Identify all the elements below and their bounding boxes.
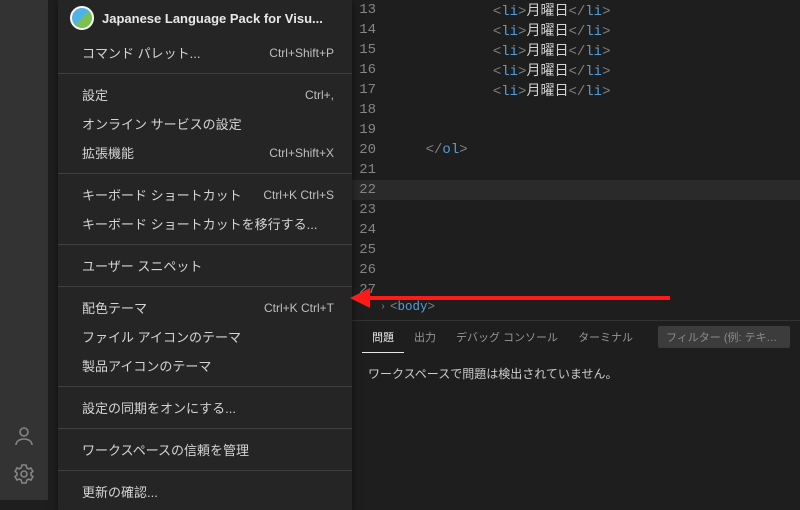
menu-item[interactable]: コマンド パレット... Ctrl+Shift+P bbox=[58, 38, 352, 67]
line-number: 18 bbox=[352, 102, 392, 118]
panel-tab[interactable]: 出力 bbox=[404, 321, 446, 353]
menu-item-label: ファイル アイコンのテーマ bbox=[82, 327, 241, 346]
menu-item[interactable]: キーボード ショートカットを移行する... bbox=[58, 209, 352, 238]
code-content: <li>月曜日</li> bbox=[392, 60, 610, 80]
line-number: 21 bbox=[352, 162, 392, 178]
code-line[interactable]: 24 bbox=[352, 220, 800, 240]
line-number: 17 bbox=[352, 82, 392, 98]
menu-item[interactable]: 製品アイコンのテーマ bbox=[58, 351, 352, 380]
menu-item-label: 設定の同期をオンにする... bbox=[82, 398, 236, 417]
code-line[interactable]: 19 bbox=[352, 120, 800, 140]
line-number: 23 bbox=[352, 202, 392, 218]
panel-tab[interactable]: 問題 bbox=[362, 321, 404, 353]
code-line[interactable]: 15 <li>月曜日</li> bbox=[352, 40, 800, 60]
line-number: 20 bbox=[352, 142, 392, 158]
panel-body-message: ワークスペースで問題は検出されていません。 bbox=[352, 353, 800, 394]
accounts-icon[interactable] bbox=[12, 424, 36, 448]
menu-item-label: コマンド パレット... bbox=[82, 43, 200, 62]
menu-item[interactable]: 設定 Ctrl+, bbox=[58, 80, 352, 109]
menu-item-label: キーボード ショートカットを移行する... bbox=[82, 214, 317, 233]
line-number: 24 bbox=[352, 222, 392, 238]
bottom-panel: 問題出力デバッグ コンソールターミナルフィルター (例: テキスト、** ワーク… bbox=[352, 320, 800, 500]
code-line[interactable]: 26 bbox=[352, 260, 800, 280]
code-line[interactable]: 23 bbox=[352, 200, 800, 220]
menu-separator bbox=[58, 173, 352, 174]
menu-item[interactable]: オンライン サービスの設定 bbox=[58, 109, 352, 138]
code-content: <li>月曜日</li> bbox=[392, 0, 610, 20]
menu-item-shortcut: Ctrl+K Ctrl+S bbox=[263, 188, 334, 202]
menu-header: Japanese Language Pack for Visu... bbox=[58, 0, 352, 38]
code-line[interactable]: 20 </ol> bbox=[352, 140, 800, 160]
menu-item[interactable]: ユーザー スニペット bbox=[58, 251, 352, 280]
code-line[interactable]: 14 <li>月曜日</li> bbox=[352, 20, 800, 40]
menu-header-title: Japanese Language Pack for Visu... bbox=[102, 11, 340, 26]
settings-context-menu: Japanese Language Pack for Visu... コマンド … bbox=[58, 0, 352, 510]
annotation-arrow bbox=[350, 294, 670, 302]
code-content: <li>月曜日</li> bbox=[392, 20, 610, 40]
menu-item-label: 製品アイコンのテーマ bbox=[82, 356, 211, 375]
menu-separator bbox=[58, 286, 352, 287]
breadcrumb[interactable]: › <body> bbox=[380, 300, 435, 314]
menu-item-label: 拡張機能 bbox=[82, 143, 134, 162]
line-number: 15 bbox=[352, 42, 392, 58]
code-content: <li>月曜日</li> bbox=[392, 40, 610, 60]
menu-separator bbox=[58, 244, 352, 245]
menu-item[interactable]: 拡張機能 Ctrl+Shift+X bbox=[58, 138, 352, 167]
menu-item-label: 設定 bbox=[82, 85, 108, 104]
menu-separator bbox=[58, 386, 352, 387]
line-number: 13 bbox=[352, 2, 392, 18]
menu-item[interactable]: 設定の同期をオンにする... bbox=[58, 393, 352, 422]
code-line[interactable]: 18 bbox=[352, 100, 800, 120]
chevron-right-icon: › bbox=[380, 302, 386, 313]
editor[interactable]: 13 <li>月曜日</li>14 <li>月曜日</li>15 <li>月曜日… bbox=[352, 0, 800, 310]
line-number: 19 bbox=[352, 122, 392, 138]
code-line[interactable]: 22 bbox=[352, 180, 800, 200]
menu-item-shortcut: Ctrl+K Ctrl+T bbox=[264, 301, 334, 315]
panel-tab[interactable]: デバッグ コンソール bbox=[446, 321, 568, 353]
code-line[interactable]: 25 bbox=[352, 240, 800, 260]
line-number: 25 bbox=[352, 242, 392, 258]
activity-bar bbox=[0, 0, 48, 500]
menu-item-label: オンライン サービスの設定 bbox=[82, 114, 242, 133]
menu-separator bbox=[58, 73, 352, 74]
code-line[interactable]: 17 <li>月曜日</li> bbox=[352, 80, 800, 100]
menu-item-label: 配色テーマ bbox=[82, 298, 147, 317]
code-content: </ol> bbox=[392, 142, 468, 158]
menu-item-shortcut: Ctrl+Shift+X bbox=[269, 146, 334, 160]
line-number: 22 bbox=[352, 182, 392, 198]
menu-item[interactable]: 配色テーマ Ctrl+K Ctrl+T bbox=[58, 293, 352, 322]
globe-icon bbox=[70, 6, 94, 30]
code-line[interactable]: 16 <li>月曜日</li> bbox=[352, 60, 800, 80]
code-line[interactable]: 13 <li>月曜日</li> bbox=[352, 0, 800, 20]
code-line[interactable]: 21 bbox=[352, 160, 800, 180]
line-number: 16 bbox=[352, 62, 392, 78]
menu-item[interactable]: ワークスペースの信頼を管理 bbox=[58, 435, 352, 464]
menu-item-label: 更新の確認... bbox=[82, 482, 158, 501]
menu-item-label: ワークスペースの信頼を管理 bbox=[82, 440, 249, 459]
panel-tabs: 問題出力デバッグ コンソールターミナルフィルター (例: テキスト、** bbox=[352, 321, 800, 353]
menu-separator bbox=[58, 470, 352, 471]
menu-separator bbox=[58, 428, 352, 429]
menu-item[interactable]: 更新の確認... bbox=[58, 477, 352, 506]
menu-item[interactable]: キーボード ショートカット Ctrl+K Ctrl+S bbox=[58, 180, 352, 209]
line-number: 14 bbox=[352, 22, 392, 38]
panel-tab[interactable]: ターミナル bbox=[568, 321, 643, 353]
menu-item-label: キーボード ショートカット bbox=[82, 185, 242, 204]
menu-item[interactable]: ファイル アイコンのテーマ bbox=[58, 322, 352, 351]
menu-item-shortcut: Ctrl+, bbox=[305, 88, 334, 102]
menu-item-label: ユーザー スニペット bbox=[82, 256, 202, 275]
settings-gear-icon[interactable] bbox=[12, 462, 36, 486]
filter-input[interactable]: フィルター (例: テキスト、** bbox=[658, 326, 790, 348]
line-number: 26 bbox=[352, 262, 392, 278]
menu-item-shortcut: Ctrl+Shift+P bbox=[269, 46, 334, 60]
code-content: <li>月曜日</li> bbox=[392, 80, 610, 100]
